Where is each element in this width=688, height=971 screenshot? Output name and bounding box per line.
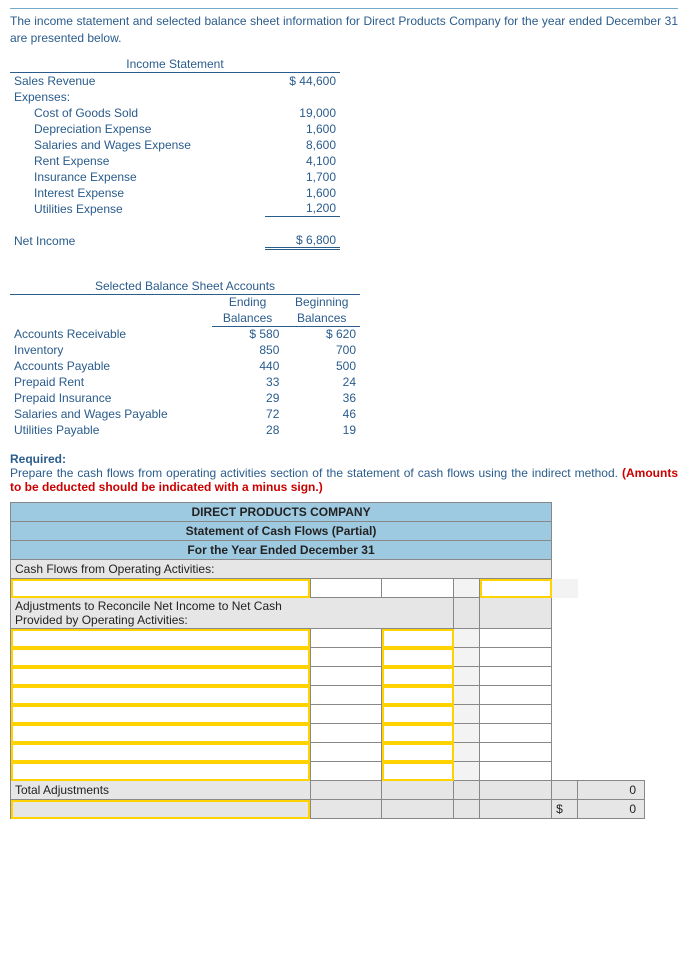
col-beg-2: Balances bbox=[283, 310, 360, 326]
input-cell[interactable] bbox=[11, 762, 311, 781]
ap-beg: 500 bbox=[283, 358, 360, 374]
adj-line1: Adjustments to Reconcile Net Income to N… bbox=[15, 599, 449, 613]
pi-beg: 36 bbox=[283, 390, 360, 406]
ar-label: Accounts Receivable bbox=[10, 326, 212, 342]
inv-beg: 700 bbox=[283, 342, 360, 358]
input-cell[interactable] bbox=[11, 705, 311, 724]
ins-value: 1,700 bbox=[265, 169, 340, 185]
col-end-1: Ending bbox=[212, 294, 284, 310]
int-value: 1,600 bbox=[265, 185, 340, 201]
input-cell[interactable] bbox=[382, 762, 454, 781]
col-beg-1: Beginning bbox=[283, 294, 360, 310]
input-cell[interactable] bbox=[11, 667, 311, 686]
up-end: 28 bbox=[212, 422, 284, 438]
balance-title: Selected Balance Sheet Accounts bbox=[10, 278, 360, 294]
ap-label: Accounts Payable bbox=[10, 358, 212, 374]
input-cell[interactable] bbox=[480, 579, 552, 598]
inv-label: Inventory bbox=[10, 342, 212, 358]
cfo-label: Cash Flows from Operating Activities: bbox=[11, 560, 552, 579]
wk-title-1: DIRECT PRODUCTS COMPANY bbox=[11, 503, 552, 522]
adjustments-label: Adjustments to Reconcile Net Income to N… bbox=[11, 598, 454, 629]
dep-label: Depreciation Expense bbox=[10, 121, 265, 137]
expenses-label: Expenses: bbox=[10, 89, 265, 105]
input-cell[interactable] bbox=[382, 629, 454, 648]
input-cell[interactable] bbox=[11, 743, 311, 762]
int-label: Interest Expense bbox=[10, 185, 265, 201]
wk-title-2: Statement of Cash Flows (Partial) bbox=[11, 522, 552, 541]
pr-beg: 24 bbox=[283, 374, 360, 390]
input-cell[interactable] bbox=[11, 579, 311, 598]
util-label: Utilities Expense bbox=[10, 201, 265, 217]
input-cell[interactable] bbox=[382, 667, 454, 686]
required-text: Prepare the cash flows from operating ac… bbox=[10, 466, 622, 480]
inv-end: 850 bbox=[212, 342, 284, 358]
sw-label: Salaries and Wages Expense bbox=[10, 137, 265, 153]
up-label: Utilities Payable bbox=[10, 422, 212, 438]
input-cell[interactable] bbox=[11, 686, 311, 705]
total-adj-value: 0 bbox=[578, 781, 645, 800]
input-cell[interactable] bbox=[382, 648, 454, 667]
income-title: Income Statement bbox=[10, 57, 340, 73]
rent-value: 4,100 bbox=[265, 153, 340, 169]
input-cell[interactable] bbox=[11, 800, 311, 819]
pi-label: Prepaid Insurance bbox=[10, 390, 212, 406]
input-cell[interactable] bbox=[11, 724, 311, 743]
ar-end: $ 580 bbox=[212, 326, 284, 342]
required-heading: Required: bbox=[10, 452, 678, 466]
input-cell[interactable] bbox=[11, 648, 311, 667]
worksheet-table: DIRECT PRODUCTS COMPANY Statement of Cas… bbox=[10, 502, 645, 819]
income-statement-table: Income Statement Sales Revenue$ 44,600 E… bbox=[10, 57, 340, 251]
intro-text: The income statement and selected balanc… bbox=[10, 13, 678, 47]
wk-title-3: For the Year Ended December 31 bbox=[11, 541, 552, 560]
swp-label: Salaries and Wages Payable bbox=[10, 406, 212, 422]
util-value: 1,200 bbox=[265, 201, 340, 217]
ni-value: $ 6,800 bbox=[265, 233, 340, 249]
input-cell[interactable] bbox=[382, 686, 454, 705]
adj-line2: Provided by Operating Activities: bbox=[15, 613, 449, 627]
dep-value: 1,600 bbox=[265, 121, 340, 137]
rent-label: Rent Expense bbox=[10, 153, 265, 169]
up-beg: 19 bbox=[283, 422, 360, 438]
pi-end: 29 bbox=[212, 390, 284, 406]
cogs-label: Cost of Goods Sold bbox=[10, 105, 265, 121]
input-cell[interactable] bbox=[382, 705, 454, 724]
ar-beg: $ 620 bbox=[283, 326, 360, 342]
sales-value: $ 44,600 bbox=[265, 73, 340, 89]
input-cell[interactable] bbox=[382, 724, 454, 743]
grand-total-value: 0 bbox=[578, 800, 645, 819]
ap-end: 440 bbox=[212, 358, 284, 374]
input-cell[interactable] bbox=[11, 629, 311, 648]
balance-sheet-table: Selected Balance Sheet Accounts EndingBe… bbox=[10, 278, 360, 438]
sw-value: 8,600 bbox=[265, 137, 340, 153]
input-cell[interactable] bbox=[382, 743, 454, 762]
ins-label: Insurance Expense bbox=[10, 169, 265, 185]
dollar-sign: $ bbox=[552, 800, 578, 819]
swp-end: 72 bbox=[212, 406, 284, 422]
sales-label: Sales Revenue bbox=[10, 73, 265, 89]
swp-beg: 46 bbox=[283, 406, 360, 422]
ni-label: Net Income bbox=[10, 233, 265, 249]
pr-end: 33 bbox=[212, 374, 284, 390]
col-end-2: Balances bbox=[212, 310, 284, 326]
required-body: Prepare the cash flows from operating ac… bbox=[10, 466, 678, 494]
pr-label: Prepaid Rent bbox=[10, 374, 212, 390]
total-adj-label: Total Adjustments bbox=[11, 781, 311, 800]
cogs-value: 19,000 bbox=[265, 105, 340, 121]
